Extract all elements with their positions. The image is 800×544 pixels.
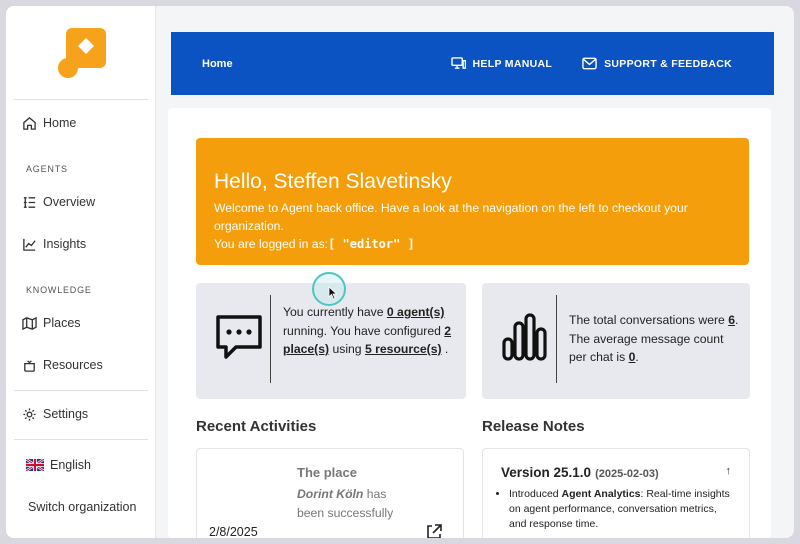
- section-label-agents: AGENTS: [26, 164, 68, 174]
- feature-name: Agent Analytics: [561, 488, 641, 500]
- sidebar-item-label: Insights: [43, 237, 87, 251]
- mouse-pointer-icon: [328, 286, 338, 300]
- sidebar-item-settings[interactable]: Settings: [22, 402, 88, 426]
- total-conversations: 6: [728, 313, 735, 327]
- divider: [14, 390, 148, 391]
- collapse-arrow-icon[interactable]: ↑: [726, 465, 732, 477]
- text: .: [635, 350, 639, 364]
- mail-icon: [582, 57, 597, 70]
- topbar-home-link[interactable]: Home: [202, 58, 233, 70]
- resources-count-link[interactable]: 5 resource(s): [365, 342, 442, 356]
- text: You currently have: [283, 305, 387, 319]
- external-link-icon[interactable]: [425, 523, 443, 538]
- monitor-icon: [450, 57, 466, 69]
- text: .: [441, 342, 449, 356]
- welcome-text: Welcome to Agent back office. Have a loo…: [214, 201, 688, 233]
- agents-summary: You currently have 0 agent(s) running. Y…: [283, 303, 458, 359]
- user-role: [ "editor" ]: [328, 237, 415, 251]
- release-notes-title: Release Notes: [482, 418, 585, 435]
- welcome-banner: Hello, Steffen Slavetinsky Welcome to Ag…: [196, 138, 749, 265]
- activity-description: Dorint Köln has been successfully: [297, 485, 397, 523]
- release-date: (2025-02-03): [595, 468, 659, 480]
- release-note-item: Introduced Agent Analytics: Real-time in…: [509, 487, 734, 532]
- sidebar-item-label: Settings: [43, 407, 89, 421]
- support-feedback-label: SUPPORT & FEEDBACK: [604, 57, 732, 70]
- app-logo-icon[interactable]: [56, 26, 108, 82]
- sidebar-item-label: Places: [43, 316, 81, 330]
- version-label: Version 25.1.0: [501, 465, 592, 480]
- help-manual-label: HELP MANUAL: [472, 57, 553, 70]
- top-bar: Home HELP MANUAL SUPPORT & FEEDBACK: [171, 32, 774, 95]
- recent-activities-title: Recent Activities: [196, 418, 317, 435]
- divider: [14, 99, 148, 100]
- sidebar-item-insights[interactable]: Insights: [22, 232, 86, 256]
- release-notes-list: Introduced Agent Analytics: Real-time in…: [509, 487, 734, 532]
- release-version: Version 25.1.0 (2025-02-03): [501, 465, 659, 480]
- cursor-click-indicator: [312, 272, 346, 306]
- section-label-knowledge: KNOWLEDGE: [26, 285, 92, 295]
- help-manual-link[interactable]: HELP MANUAL: [450, 57, 553, 70]
- switch-organization-link[interactable]: Switch organization: [28, 500, 136, 514]
- app-window: Home AGENTS Overview Insights KNOWLEDGE …: [6, 6, 794, 538]
- resources-icon: [24, 359, 35, 372]
- gear-icon: [23, 407, 36, 421]
- divider: [14, 439, 148, 440]
- chat-bubble-icon: [216, 315, 262, 359]
- chart-line-icon: [23, 238, 36, 251]
- sidebar-item-resources[interactable]: Resources: [22, 353, 103, 377]
- release-notes-panel: Version 25.1.0(2025-02-03) ↑ Introduced …: [482, 448, 750, 538]
- text: running. You have configured: [283, 323, 445, 338]
- language-label: English: [50, 458, 91, 472]
- activity-date: 2/8/2025: [209, 525, 258, 538]
- conversations-stat-card: The total conversations were 6. The aver…: [482, 283, 750, 399]
- activity-place-name: Dorint Köln: [297, 487, 364, 501]
- logged-in-line: You are logged in as:[ "editor" ]: [214, 235, 714, 253]
- sidebar: Home AGENTS Overview Insights KNOWLEDGE …: [6, 6, 156, 538]
- sidebar-item-label: Overview: [43, 195, 96, 209]
- language-selector[interactable]: English: [26, 458, 91, 472]
- support-feedback-link[interactable]: SUPPORT & FEEDBACK: [582, 57, 732, 70]
- map-icon: [22, 316, 37, 330]
- greeting-title: Hello, Steffen Slavetinsky: [214, 170, 452, 193]
- sidebar-item-label: Home: [43, 116, 77, 130]
- uk-flag-icon: [26, 459, 44, 471]
- sidebar-item-home[interactable]: Home: [22, 111, 76, 135]
- text: The total conversations were: [569, 313, 729, 327]
- overview-icon: [23, 196, 36, 208]
- sidebar-item-places[interactable]: Places: [22, 311, 81, 335]
- card-divider: [556, 295, 557, 383]
- logged-in-prefix: You are logged in as:: [214, 237, 329, 251]
- bar-chart-icon: [502, 313, 547, 361]
- activity-title: The place: [297, 465, 357, 480]
- text: Introduced: [509, 488, 562, 500]
- sidebar-item-overview[interactable]: Overview: [22, 190, 95, 214]
- conversations-summary: The total conversations were 6. The aver…: [569, 311, 744, 367]
- recent-activity-item[interactable]: The place Dorint Köln has been successfu…: [196, 448, 464, 538]
- home-icon: [23, 116, 36, 130]
- card-divider: [270, 295, 271, 383]
- sidebar-item-label: Resources: [43, 358, 103, 372]
- agents-count-link[interactable]: 0 agent(s): [387, 305, 445, 319]
- text: using: [329, 342, 365, 356]
